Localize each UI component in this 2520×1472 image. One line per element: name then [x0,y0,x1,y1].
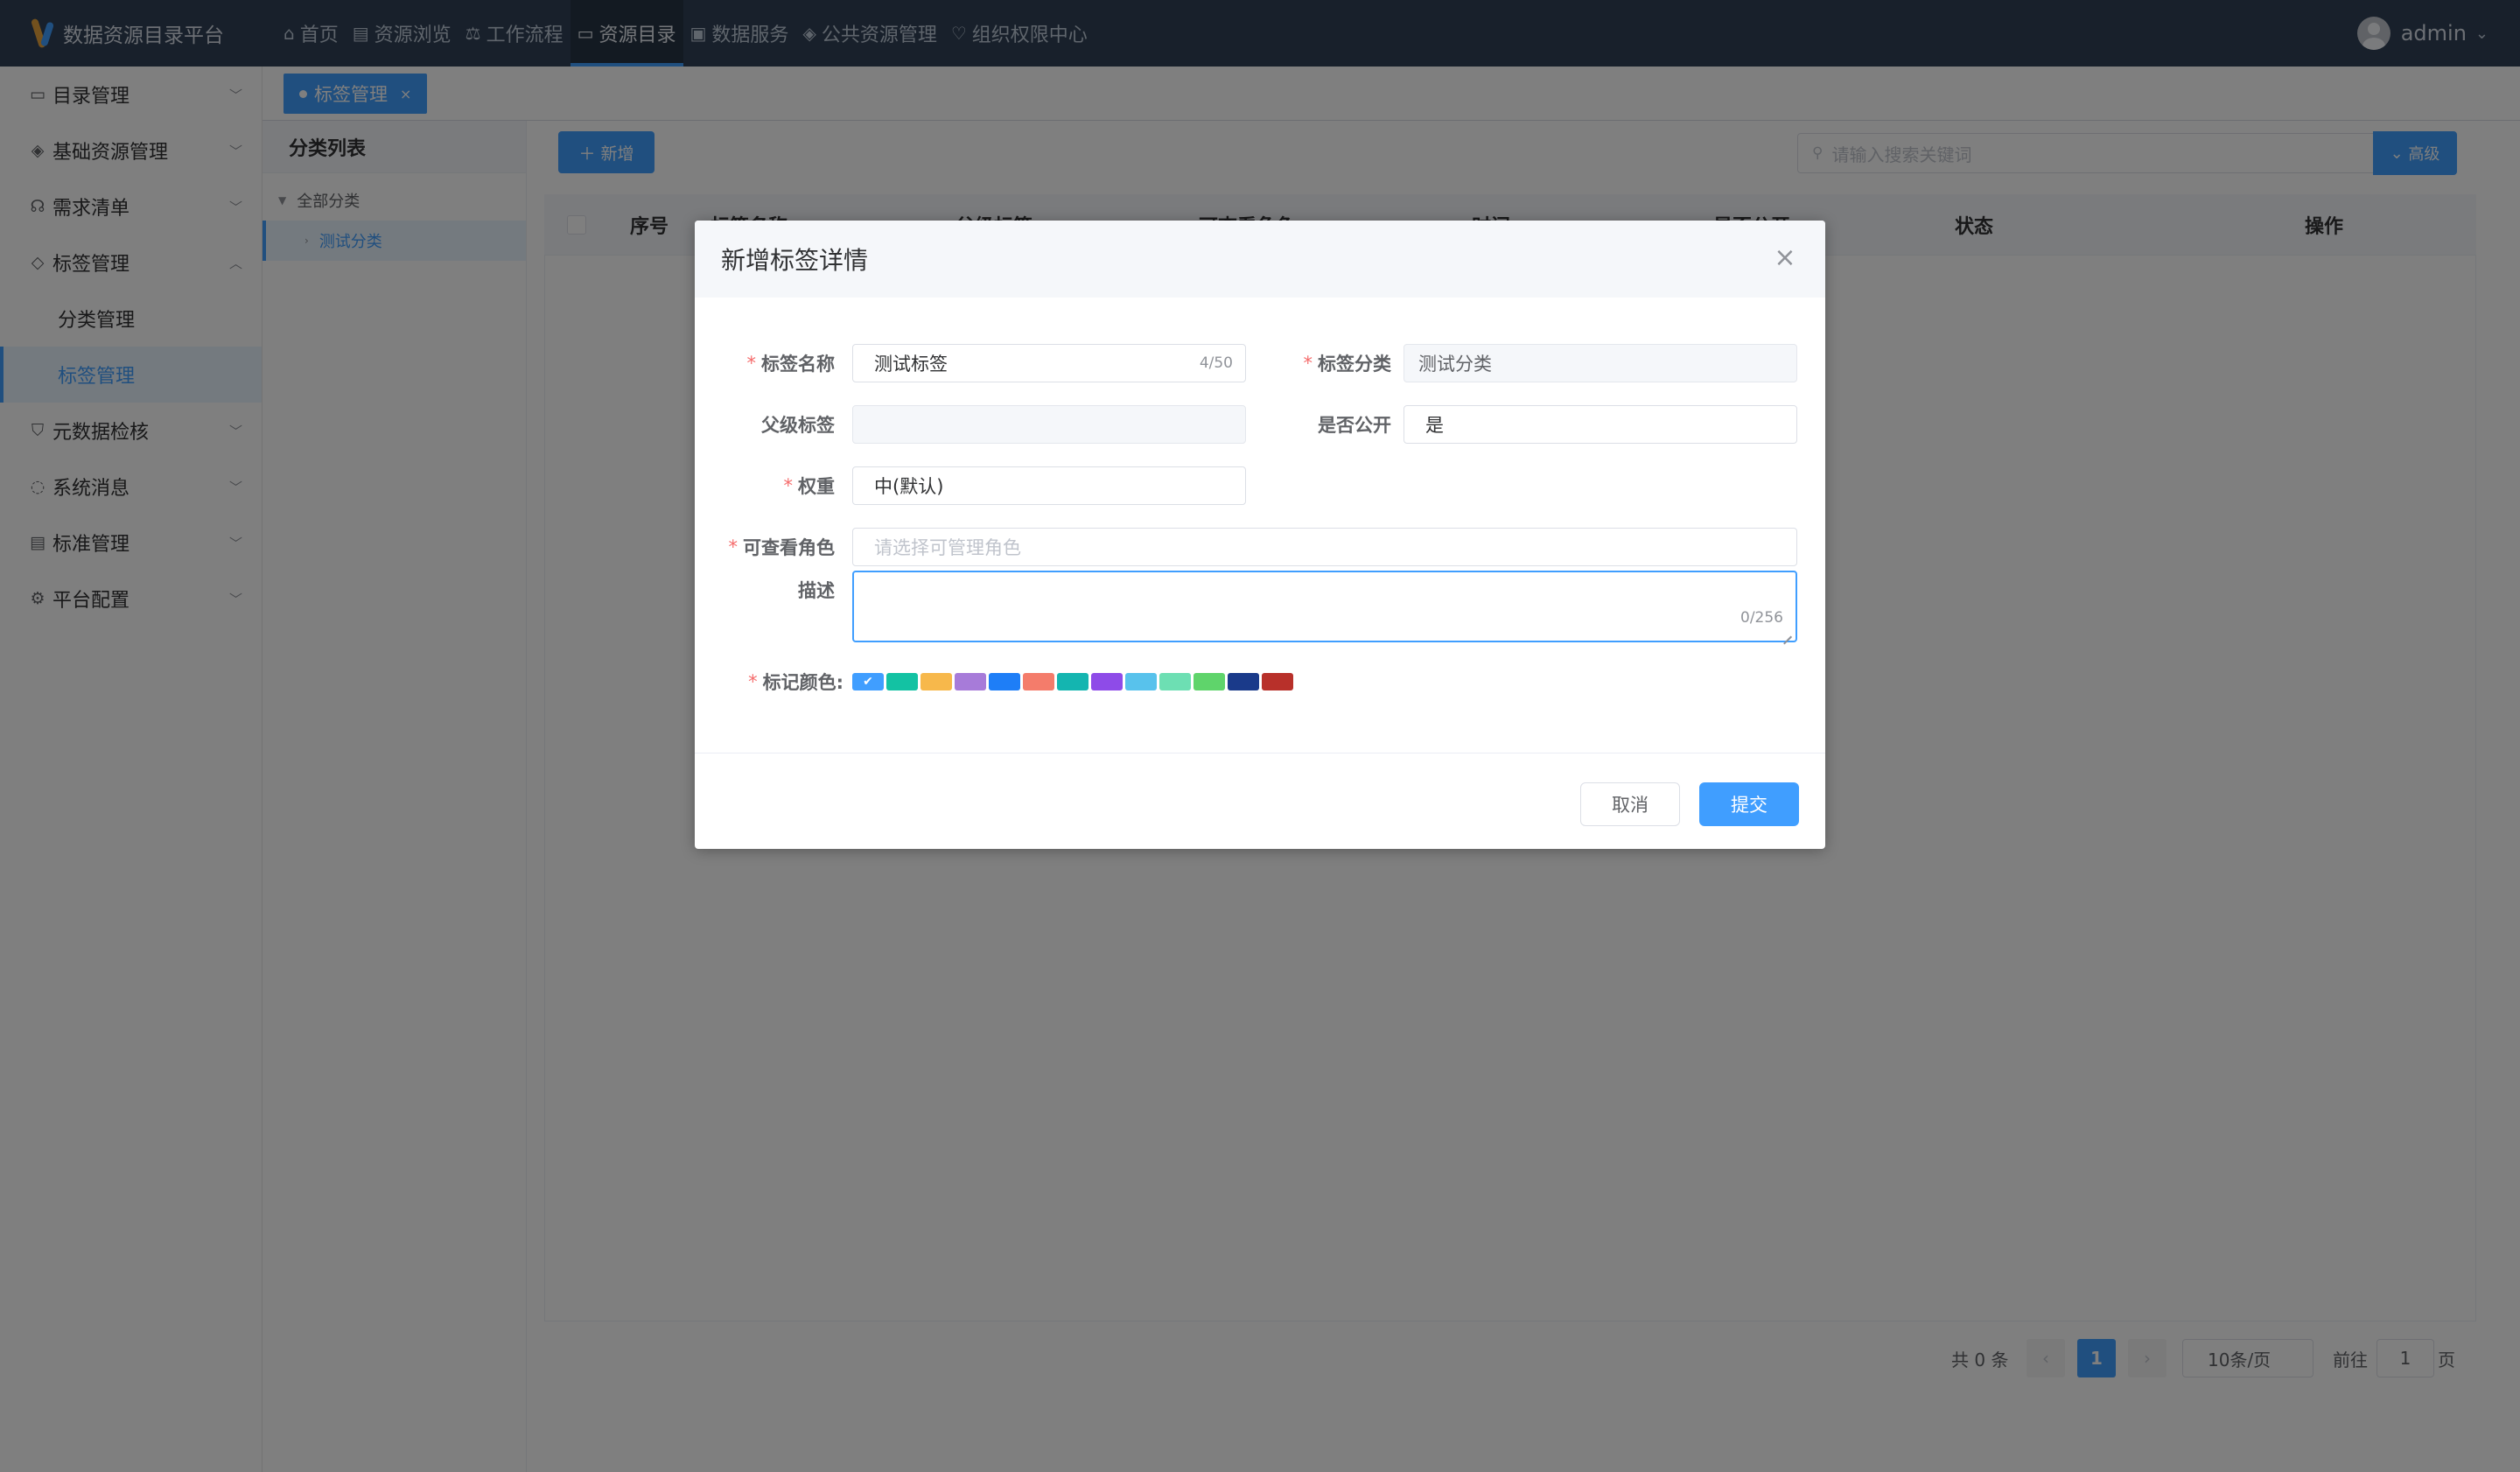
color-swatch[interactable]: ✔ [852,673,884,690]
required-mark: * [728,536,738,557]
is-public-label: 是否公开 [1318,415,1391,436]
tag-name-counter: 4/50 [1199,354,1233,372]
color-swatch[interactable] [1091,673,1123,690]
close-icon[interactable]: × [1768,240,1802,275]
viewable-roles-select[interactable]: 请选择可管理角色 [852,528,1797,566]
color-swatch[interactable] [1057,673,1088,690]
color-picker: ✔ [852,673,1296,690]
dialog-footer-divider [695,753,1825,754]
description-textarea[interactable]: 0/256 [852,571,1797,642]
add-tag-dialog: 新增标签详情 × * 标签名称 测试标签 4/50 * 标签分类 测试分类 父级标签… [695,221,1825,849]
required-mark: * [746,353,757,374]
mark-color-label: * 标记颜色: [748,671,844,693]
required-mark: * [1303,353,1313,374]
description-label: 描述 [798,580,835,601]
tag-category-label: * 标签分类 [1303,353,1392,375]
tag-name-label: * 标签名称 [746,353,836,375]
weight-select[interactable]: 中(默认) [852,466,1246,505]
required-mark: * [748,671,758,692]
parent-tag-select[interactable] [852,405,1246,444]
parent-tag-label: 父级标签 [761,415,835,436]
color-swatch[interactable] [1125,673,1157,690]
tag-category-input: 测试分类 [1404,344,1797,382]
dialog-header: 新增标签详情 × [695,221,1825,298]
color-swatch[interactable] [886,673,918,690]
submit-button[interactable]: 提交 [1699,782,1799,826]
color-swatch[interactable] [1159,673,1191,690]
color-swatch[interactable] [1023,673,1054,690]
description-counter: 0/256 [1740,609,1783,627]
color-swatch[interactable] [989,673,1020,690]
viewable-roles-label: * 可查看角色 [728,536,836,558]
color-swatch[interactable] [955,673,986,690]
color-swatch[interactable] [920,673,952,690]
color-swatch[interactable] [1228,673,1259,690]
cancel-button[interactable]: 取消 [1580,782,1680,826]
tag-name-input[interactable]: 测试标签 4/50 [852,344,1246,382]
is-public-select[interactable]: 是 [1404,405,1797,444]
check-icon: ✔ [863,675,873,689]
weight-label: * 权重 [783,475,836,497]
required-mark: * [783,475,794,496]
color-swatch[interactable] [1262,673,1293,690]
dialog-title: 新增标签详情 [721,246,869,275]
resize-handle-icon[interactable] [1782,627,1794,639]
color-swatch[interactable] [1194,673,1225,690]
